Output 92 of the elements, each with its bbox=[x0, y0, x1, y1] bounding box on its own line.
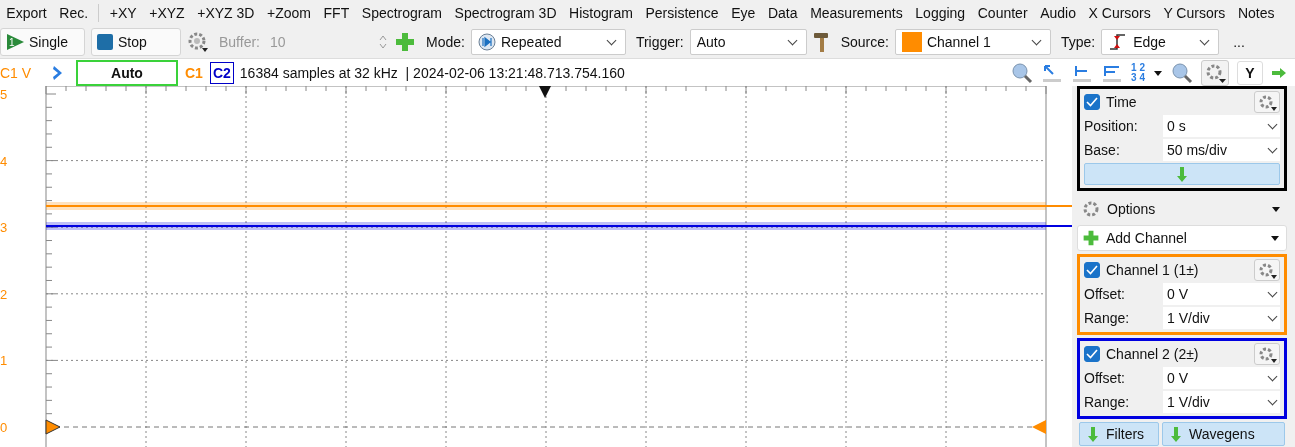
more-button[interactable]: ... bbox=[1233, 34, 1245, 50]
value-dropdown[interactable]: 0 V bbox=[1163, 367, 1280, 389]
dropdown-arrow-icon[interactable] bbox=[1153, 68, 1163, 77]
repeat-mode-icon bbox=[477, 33, 496, 51]
menu-item[interactable]: Spectrogram bbox=[355, 5, 449, 21]
plus-icon[interactable] bbox=[394, 31, 416, 53]
menu-item[interactable]: Y Cursors bbox=[1157, 5, 1232, 21]
section-title: Channel 1 (1±) bbox=[1106, 262, 1200, 278]
acquisition-info: 16384 samples at 32 kHz | 2024-02-06 13:21:48.713.754.160 bbox=[239, 64, 625, 81]
y-axis-button[interactable]: Y bbox=[1237, 60, 1263, 85]
mode-label: Mode: bbox=[426, 34, 465, 50]
menu-item[interactable]: Audio bbox=[1033, 5, 1083, 21]
dropdown-arrow-icon[interactable] bbox=[1271, 205, 1281, 213]
play-icon: 1 bbox=[5, 33, 25, 51]
menu-item[interactable]: Logging bbox=[909, 5, 972, 21]
menu-item[interactable]: Data bbox=[761, 5, 804, 21]
channel-tag[interactable]: C2 bbox=[209, 61, 234, 84]
field-label: Range: bbox=[1084, 310, 1131, 326]
add-channel-button[interactable]: Add Channel bbox=[1077, 225, 1287, 251]
value-dropdown[interactable]: 0 V bbox=[1163, 283, 1280, 305]
section-title: Channel 2 (2±) bbox=[1106, 346, 1200, 362]
value-dropdown[interactable]: 1 V/div bbox=[1163, 391, 1280, 413]
spin-arrows-icon[interactable] bbox=[378, 34, 388, 50]
axis-tick-label: 4 bbox=[0, 153, 8, 169]
panel-button[interactable]: Filters bbox=[1079, 422, 1159, 446]
type-dropdown[interactable]: Edge bbox=[1101, 29, 1220, 55]
axis-tick-label: 5 bbox=[0, 87, 8, 102]
arrow-right-icon[interactable] bbox=[1271, 66, 1287, 79]
zoom-icon[interactable] bbox=[1011, 61, 1034, 84]
single-button[interactable]: 1 Single bbox=[0, 28, 85, 56]
type-label: Type: bbox=[1060, 34, 1096, 50]
trigger-dropdown[interactable]: Auto bbox=[689, 29, 807, 55]
menu-item[interactable]: Eye bbox=[724, 5, 762, 21]
checkbox[interactable] bbox=[1084, 94, 1100, 110]
axis-unit-label: C1 V bbox=[0, 64, 33, 81]
arrow-down-icon bbox=[1088, 426, 1098, 442]
mode-dropdown[interactable]: Repeated bbox=[470, 29, 626, 55]
settings-icon[interactable] bbox=[1254, 91, 1280, 113]
chevron-icon[interactable] bbox=[52, 64, 64, 81]
value-dropdown[interactable]: 1 V/div bbox=[1163, 307, 1280, 329]
menu-item[interactable]: Spectrogram 3D bbox=[448, 5, 563, 21]
channel-numbers-icon[interactable]: 1 2 3 4 bbox=[1131, 62, 1145, 83]
value-dropdown[interactable]: 50 ms/div bbox=[1163, 139, 1280, 161]
menu-item[interactable]: +XYZ bbox=[142, 5, 191, 21]
menu-item[interactable]: FFT bbox=[317, 5, 356, 21]
field-label: Offset: bbox=[1084, 370, 1126, 386]
checkbox[interactable] bbox=[1084, 346, 1100, 362]
menu-item[interactable]: Rec. bbox=[53, 5, 95, 21]
hammer-icon[interactable] bbox=[812, 31, 831, 53]
buffer-label: Buffer: bbox=[219, 34, 260, 50]
source-dropdown[interactable]: Channel 1 bbox=[894, 29, 1051, 55]
value-dropdown[interactable]: 0 s bbox=[1163, 115, 1280, 137]
menu-item[interactable]: +Zoom bbox=[260, 5, 318, 21]
gear-icon[interactable] bbox=[1081, 199, 1101, 219]
trigger-position-marker[interactable] bbox=[539, 86, 551, 98]
source-label: Source: bbox=[840, 34, 889, 50]
field-label: Range: bbox=[1084, 394, 1131, 410]
panel-button[interactable]: Wavegens bbox=[1162, 422, 1285, 446]
field-label: Base: bbox=[1084, 142, 1121, 158]
settings-icon[interactable] bbox=[1254, 343, 1280, 365]
axis-tick-label: 1 bbox=[0, 353, 8, 369]
stop-icon bbox=[96, 33, 114, 51]
arrow-down-icon bbox=[1177, 166, 1187, 182]
menu-item[interactable]: Measurements bbox=[803, 5, 909, 21]
trigger-label: Trigger: bbox=[635, 34, 684, 50]
menu-item[interactable]: Histogram bbox=[562, 5, 640, 21]
menu-item[interactable]: +XYZ 3D bbox=[190, 5, 261, 21]
dropdown-arrow-icon bbox=[1270, 234, 1280, 242]
menu-item[interactable]: Persistence bbox=[639, 5, 725, 21]
menu-item[interactable]: X Cursors bbox=[1082, 5, 1158, 21]
trigger-status: Auto bbox=[76, 59, 178, 86]
menu-item[interactable]: Export bbox=[0, 5, 54, 21]
axis-tick-label: 3 bbox=[0, 220, 8, 236]
stop-button[interactable]: Stop bbox=[91, 28, 181, 56]
arrow-down-icon bbox=[1171, 426, 1181, 442]
menu-item[interactable]: +XY bbox=[103, 5, 143, 21]
channel-offset-marker[interactable] bbox=[45, 419, 61, 435]
axis-tick-label: 0 bbox=[0, 420, 8, 435]
settings-icon[interactable] bbox=[1201, 59, 1229, 86]
checkbox[interactable] bbox=[1084, 262, 1100, 278]
axis-tick-label: 2 bbox=[0, 286, 8, 302]
settings-icon[interactable] bbox=[187, 31, 209, 53]
trigger-level-marker[interactable] bbox=[1032, 420, 1046, 434]
field-label: Offset: bbox=[1084, 286, 1126, 302]
field-label: Position: bbox=[1084, 118, 1139, 134]
menu-item[interactable]: Counter bbox=[971, 5, 1034, 21]
settings-icon[interactable] bbox=[1254, 259, 1280, 281]
menu-item[interactable]: Notes bbox=[1231, 5, 1281, 21]
zoom-fit-icon[interactable] bbox=[1171, 61, 1193, 84]
section-title: Time bbox=[1106, 94, 1138, 110]
plus-icon bbox=[1082, 229, 1100, 247]
options-label[interactable]: Options bbox=[1107, 201, 1265, 217]
